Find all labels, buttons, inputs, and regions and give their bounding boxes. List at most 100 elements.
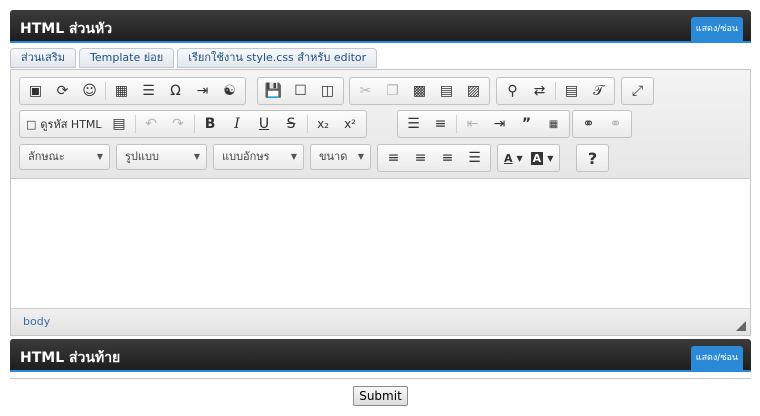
text-color-button[interactable]: A ▼	[500, 146, 527, 170]
link-icon[interactable]: ⚭	[575, 112, 602, 136]
format-combo-label: รูปแบบ	[125, 150, 159, 163]
chevron-down-icon: ▼	[290, 152, 297, 161]
element-path[interactable]: body	[23, 315, 50, 328]
replace-icon[interactable]: ⇄	[526, 79, 553, 103]
font-combo-label: แบบอักษร	[222, 150, 270, 163]
separator	[306, 115, 308, 133]
divider	[10, 378, 751, 379]
styles-combo[interactable]: ลักษณะ ▼	[19, 144, 110, 170]
format-combo[interactable]: รูปแบบ ▼	[116, 144, 207, 170]
source-group: □ ดูรหัส HTML ▤ ↶ ↷ B I U S x₂ x²	[19, 110, 367, 138]
iframe-globe-icon[interactable]: ☯	[216, 79, 243, 103]
subscript-icon[interactable]: x₂	[310, 112, 337, 136]
source-label: ดูรหัส HTML	[40, 118, 102, 131]
tab-addons[interactable]: ส่วนเสริม	[10, 48, 77, 68]
footer-toggle-button[interactable]: แสดง/ซ่อน	[690, 346, 743, 370]
source-button[interactable]: □ ดูรหัส HTML	[22, 112, 106, 136]
bold-icon[interactable]: B	[197, 112, 224, 136]
superscript-icon[interactable]: x²	[337, 112, 364, 136]
blockquote-icon[interactable]: ”	[513, 112, 540, 136]
separator	[555, 82, 556, 100]
source-icon: □	[26, 117, 37, 131]
numbered-list-icon[interactable]: ☰	[400, 112, 427, 136]
resize-handle-icon[interactable]	[736, 321, 746, 331]
paste-icon[interactable]: ▩	[406, 79, 433, 103]
strikethrough-icon[interactable]: S	[278, 112, 305, 136]
align-center-icon[interactable]: ≡	[407, 146, 434, 170]
separator	[193, 115, 195, 133]
insert-group: ▣ ⟳ ☺ ▦ ☰ Ω ⇥ ☯	[19, 77, 246, 105]
header-section-title: HTML ส่วนหัว	[20, 21, 113, 37]
preview-icon[interactable]: ◫	[314, 79, 341, 103]
underline-icon[interactable]: U	[251, 112, 278, 136]
help-button[interactable]: ?	[579, 146, 606, 170]
align-right-icon[interactable]: ≡	[434, 146, 461, 170]
maximize-icon[interactable]: ⤢	[624, 79, 651, 103]
align-group: ≡ ≡ ≡ ☰	[377, 144, 491, 172]
chevron-down-icon: ▼	[193, 152, 200, 161]
footer-section-title: HTML ส่วนท้าย	[20, 350, 121, 366]
indent-icon[interactable]: ⇥	[486, 112, 513, 136]
editor-status-bar: body	[11, 308, 750, 335]
separator	[456, 115, 457, 133]
font-combo[interactable]: แบบอักษร ▼	[213, 144, 304, 170]
editor-content-area[interactable]	[11, 180, 750, 308]
clipboard-group: ✂ ❐ ▩ ▤ ▨	[349, 77, 490, 105]
align-left-icon[interactable]: ≡	[380, 146, 407, 170]
undo-icon[interactable]: ↶	[138, 112, 165, 136]
submit-button[interactable]: Submit	[353, 386, 408, 406]
italic-icon[interactable]: I	[224, 112, 251, 136]
copy-icon[interactable]: ❐	[379, 79, 406, 103]
header-section-bar: HTML ส่วนหัว แสดง/ซ่อน	[10, 10, 751, 43]
page: HTML ส่วนหัว แสดง/ซ่อน ส่วนเสริม Templat…	[0, 0, 760, 416]
editor-toolbar: ▣ ⟳ ☺ ▦ ☰ Ω ⇥ ☯ 💾 ☐ ◫ ✂ ❐ ▩ ▤ ▨ ⚲ ⇄ ▤ 𝒯 …	[11, 70, 750, 179]
chevron-down-icon: ▼	[516, 153, 523, 163]
editor-tabs: ส่วนเสริม Template ย่อย เรียกใช้งาน styl…	[10, 48, 378, 68]
page-break-icon[interactable]: ⇥	[189, 79, 216, 103]
size-combo-label: ขนาด	[319, 150, 348, 163]
remove-format-icon[interactable]: 𝒯	[585, 79, 612, 103]
link-group: ⚭ ⚭	[572, 110, 632, 138]
document-group: 💾 ☐ ◫	[257, 77, 344, 105]
paste-word-icon[interactable]: ▨	[460, 79, 487, 103]
paragraph-group: ☰ ≡ ⇤ ⇥ ” ▦	[397, 110, 570, 138]
find-icon[interactable]: ⚲	[499, 79, 526, 103]
text-color-icon: A	[504, 151, 513, 165]
horizontal-rule-icon[interactable]: ☰	[135, 79, 162, 103]
image-icon[interactable]: ▣	[22, 79, 49, 103]
color-group: A ▼ A ▼	[497, 144, 561, 172]
table-icon[interactable]: ▦	[108, 79, 135, 103]
smiley-icon[interactable]: ☺	[76, 79, 103, 103]
help-group: ?	[576, 144, 609, 172]
flash-icon[interactable]: ⟳	[49, 79, 76, 103]
div-container-icon[interactable]: ▦	[540, 112, 567, 136]
bulleted-list-icon[interactable]: ≡	[427, 112, 454, 136]
size-combo[interactable]: ขนาด ▼	[310, 144, 371, 170]
outdent-icon[interactable]: ⇤	[459, 112, 486, 136]
search-group: ⚲ ⇄ ▤ 𝒯	[496, 77, 615, 105]
redo-icon[interactable]: ↷	[165, 112, 192, 136]
footer-section-bar: HTML ส่วนท้าย แสดง/ซ่อน	[10, 339, 751, 372]
paste-text-icon[interactable]: ▤	[433, 79, 460, 103]
unlink-icon[interactable]: ⚭	[602, 112, 629, 136]
select-all-icon[interactable]: ▤	[558, 79, 585, 103]
separator	[134, 115, 136, 133]
rich-text-editor: ▣ ⟳ ☺ ▦ ☰ Ω ⇥ ☯ 💾 ☐ ◫ ✂ ❐ ▩ ▤ ▨ ⚲ ⇄ ▤ 𝒯 …	[10, 69, 751, 336]
new-page-icon[interactable]: ☐	[287, 79, 314, 103]
chevron-down-icon: ▼	[357, 152, 364, 161]
align-justify-icon[interactable]: ☰	[461, 146, 488, 170]
chevron-down-icon: ▼	[547, 153, 554, 163]
templates-icon[interactable]: ▤	[106, 112, 133, 136]
header-toggle-button[interactable]: แสดง/ซ่อน	[690, 17, 743, 41]
styles-combo-label: ลักษณะ	[28, 150, 65, 163]
special-char-icon[interactable]: Ω	[162, 79, 189, 103]
save-icon[interactable]: 💾	[260, 79, 287, 103]
cut-icon[interactable]: ✂	[352, 79, 379, 103]
tab-sub-template[interactable]: Template ย่อย	[79, 48, 175, 68]
tab-editor-stylesheet[interactable]: เรียกใช้งาน style.css สำหรับ editor	[177, 48, 378, 68]
bg-color-button[interactable]: A ▼	[527, 146, 558, 170]
maximize-group: ⤢	[621, 77, 654, 105]
chevron-down-icon: ▼	[96, 152, 103, 161]
bg-color-icon: A	[530, 151, 544, 165]
separator	[105, 82, 106, 100]
